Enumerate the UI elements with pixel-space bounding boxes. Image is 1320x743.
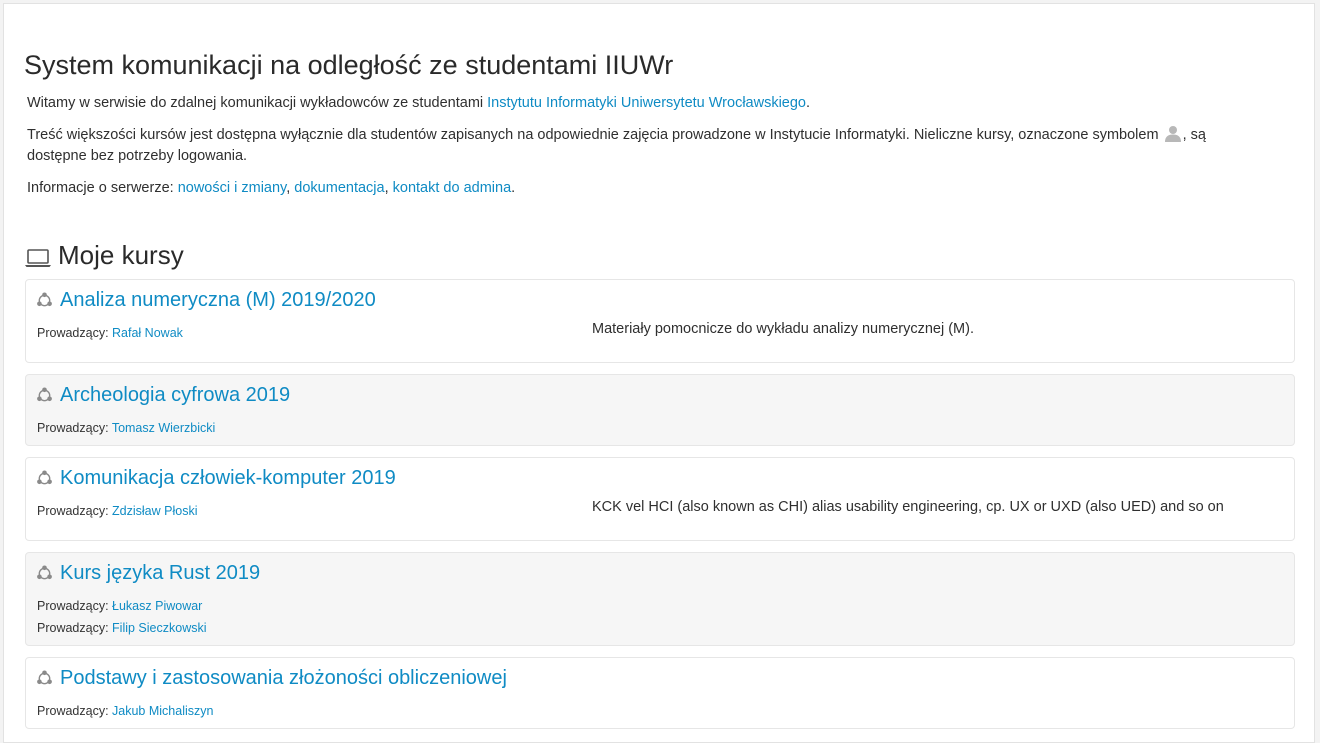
teacher-row: Prowadzący: Zdzisław Płoski (37, 500, 197, 522)
teacher-label: Prowadzący: (37, 504, 113, 518)
course-header: Podstawy i zastosowania złożoności oblic… (36, 667, 507, 690)
my-courses-heading: Moje kursy (24, 240, 184, 271)
course-description: KCK vel HCI (also known as CHI) alias us… (592, 499, 1224, 515)
course-teachers: Prowadzący: Łukasz Piwowar Prowadzący: Fi… (37, 595, 207, 639)
teacher-link[interactable]: Tomasz Wierzbicki (112, 421, 216, 435)
server-info-label: Informacje o serwerze: (27, 180, 178, 196)
course-card: Kurs języka Rust 2019 Prowadzący: Łukasz … (25, 552, 1295, 646)
course-card: Analiza numeryczna (M) 2019/2020 Prowadzą… (25, 279, 1295, 363)
teacher-label: Prowadzący: (37, 704, 113, 718)
teacher-row: Prowadzący: Rafał Nowak (37, 322, 183, 344)
course-card: Archeologia cyfrowa 2019 Prowadzący: Toma… (25, 374, 1295, 446)
teacher-label: Prowadzący: (37, 599, 113, 613)
separator: , (384, 180, 393, 196)
course-header: Kurs języka Rust 2019 (36, 562, 260, 585)
course-group-icon (36, 565, 53, 582)
news-link[interactable]: nowości i zmiany (178, 180, 287, 196)
access-text-start: Treść większości kursów jest dostępna wy… (27, 127, 1163, 143)
server-info-paragraph: Informacje o serwerze: nowości i zmiany,… (27, 178, 1207, 199)
teacher-label: Prowadzący: (37, 421, 112, 435)
course-teachers: Prowadzący: Jakub Michaliszyn (37, 700, 213, 722)
my-courses-title: Moje kursy (58, 240, 184, 270)
page-title: System komunikacji na odległość ze stude… (24, 50, 674, 80)
teacher-link[interactable]: Zdzisław Płoski (112, 504, 197, 518)
course-teachers: Prowadzący: Zdzisław Płoski (37, 500, 197, 522)
teacher-label: Prowadzący: (37, 326, 113, 340)
page-container: System komunikacji na odległość ze stude… (3, 3, 1315, 743)
course-group-icon (36, 670, 53, 687)
course-title-link[interactable]: Archeologia cyfrowa 2019 (60, 384, 290, 407)
course-description: Materiały pomocnicze do wykładu analizy … (592, 321, 974, 337)
course-teachers: Prowadzący: Tomasz Wierzbicki (37, 417, 215, 439)
docs-link[interactable]: dokumentacja (294, 180, 384, 196)
course-title-link[interactable]: Kurs języka Rust 2019 (60, 562, 260, 585)
guest-user-icon (1164, 125, 1182, 142)
welcome-text: Witamy w serwisie do zdalnej komunikacji… (27, 95, 488, 111)
teacher-row: Prowadzący: Jakub Michaliszyn (37, 700, 213, 722)
course-title-link[interactable]: Komunikacja człowiek-komputer 2019 (60, 467, 396, 490)
course-title-link[interactable]: Analiza numeryczna (M) 2019/2020 (60, 289, 376, 312)
teacher-link[interactable]: Łukasz Piwowar (112, 599, 202, 613)
teacher-label: Prowadzący: (37, 621, 113, 635)
server-info-end: . (511, 180, 516, 196)
course-card: Podstawy i zastosowania złożoności oblic… (25, 657, 1295, 729)
welcome-end: . (806, 95, 811, 111)
teacher-link[interactable]: Jakub Michaliszyn (112, 704, 213, 718)
teacher-row: Prowadzący: Tomasz Wierzbicki (37, 417, 215, 439)
contact-admin-link[interactable]: kontakt do admina (393, 180, 512, 196)
course-header: Archeologia cyfrowa 2019 (36, 384, 290, 407)
welcome-paragraph: Witamy w serwisie do zdalnej komunikacji… (27, 93, 1207, 114)
teacher-link[interactable]: Filip Sieczkowski (112, 621, 206, 635)
teacher-row: Prowadzący: Łukasz Piwowar (37, 595, 207, 617)
course-title-link[interactable]: Podstawy i zastosowania złożoności oblic… (60, 667, 507, 690)
institute-link[interactable]: Instytutu Informatyki Uniwersytetu Wrocł… (487, 95, 806, 111)
course-group-icon (36, 387, 53, 404)
course-group-icon (36, 292, 53, 309)
course-card: Komunikacja człowiek-komputer 2019 Prowad… (25, 457, 1295, 541)
teacher-link[interactable]: Rafał Nowak (112, 326, 183, 340)
access-paragraph: Treść większości kursów jest dostępna wy… (27, 125, 1207, 167)
teacher-row: Prowadzący: Filip Sieczkowski (37, 617, 207, 639)
course-teachers: Prowadzący: Rafał Nowak (37, 322, 183, 344)
laptop-icon (24, 245, 52, 267)
course-header: Analiza numeryczna (M) 2019/2020 (36, 289, 376, 312)
course-list: Analiza numeryczna (M) 2019/2020 Prowadzą… (25, 279, 1295, 740)
course-group-icon (36, 470, 53, 487)
course-header: Komunikacja człowiek-komputer 2019 (36, 467, 396, 490)
intro-section: Witamy w serwisie do zdalnej komunikacji… (27, 93, 1207, 199)
